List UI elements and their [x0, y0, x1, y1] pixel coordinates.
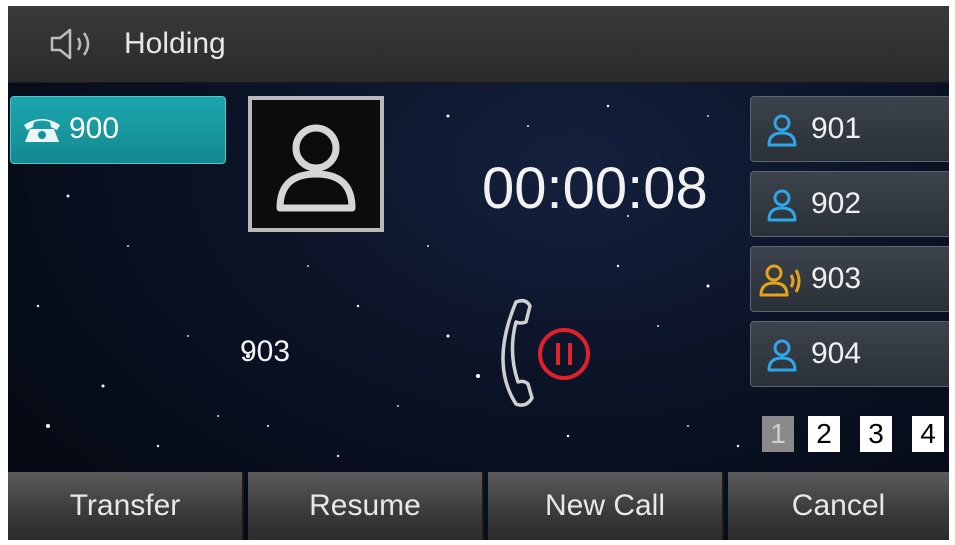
page-3-button[interactable]: 3 [860, 416, 892, 452]
page-4-button[interactable]: 4 [912, 416, 944, 452]
title-bar: Holding [8, 6, 949, 83]
new-call-button[interactable]: New Call [488, 472, 724, 540]
call-hold-icon [501, 298, 590, 407]
account-key-label: 904 [811, 337, 862, 370]
user-talking-icon [759, 264, 801, 297]
softkey-bar: Transfer Resume New Call Cancel [8, 472, 949, 540]
contact-avatar-icon [276, 124, 356, 212]
resume-button[interactable]: Resume [248, 472, 484, 540]
user-icon [767, 339, 797, 372]
call-status-title: Holding [124, 27, 226, 60]
page-1-button[interactable]: 1 [762, 416, 794, 452]
account-key-903[interactable]: 903 [750, 246, 949, 312]
contact-avatar [248, 96, 384, 232]
phone-screen: Holding 900 00:00:08 903 901 902 903 904… [8, 6, 949, 540]
account-key-label: 902 [811, 187, 862, 220]
transfer-button[interactable]: Transfer [8, 472, 244, 540]
account-key-label: 901 [811, 112, 862, 145]
call-timer: 00:00:08 [482, 156, 708, 221]
account-key-label: 903 [811, 262, 862, 295]
user-icon [767, 114, 797, 147]
cancel-button[interactable]: Cancel [728, 472, 949, 540]
page-2-button[interactable]: 2 [808, 416, 840, 452]
phone-icon [24, 119, 60, 142]
speaker-icon [50, 28, 90, 60]
line-key-label: 900 [69, 112, 120, 145]
account-key-902[interactable]: 902 [750, 171, 949, 237]
account-key-901[interactable]: 901 [750, 96, 949, 162]
line-key-900[interactable]: 900 [10, 96, 226, 164]
caller-number: 903 [240, 335, 291, 368]
account-key-904[interactable]: 904 [750, 321, 949, 387]
user-icon [767, 189, 797, 222]
